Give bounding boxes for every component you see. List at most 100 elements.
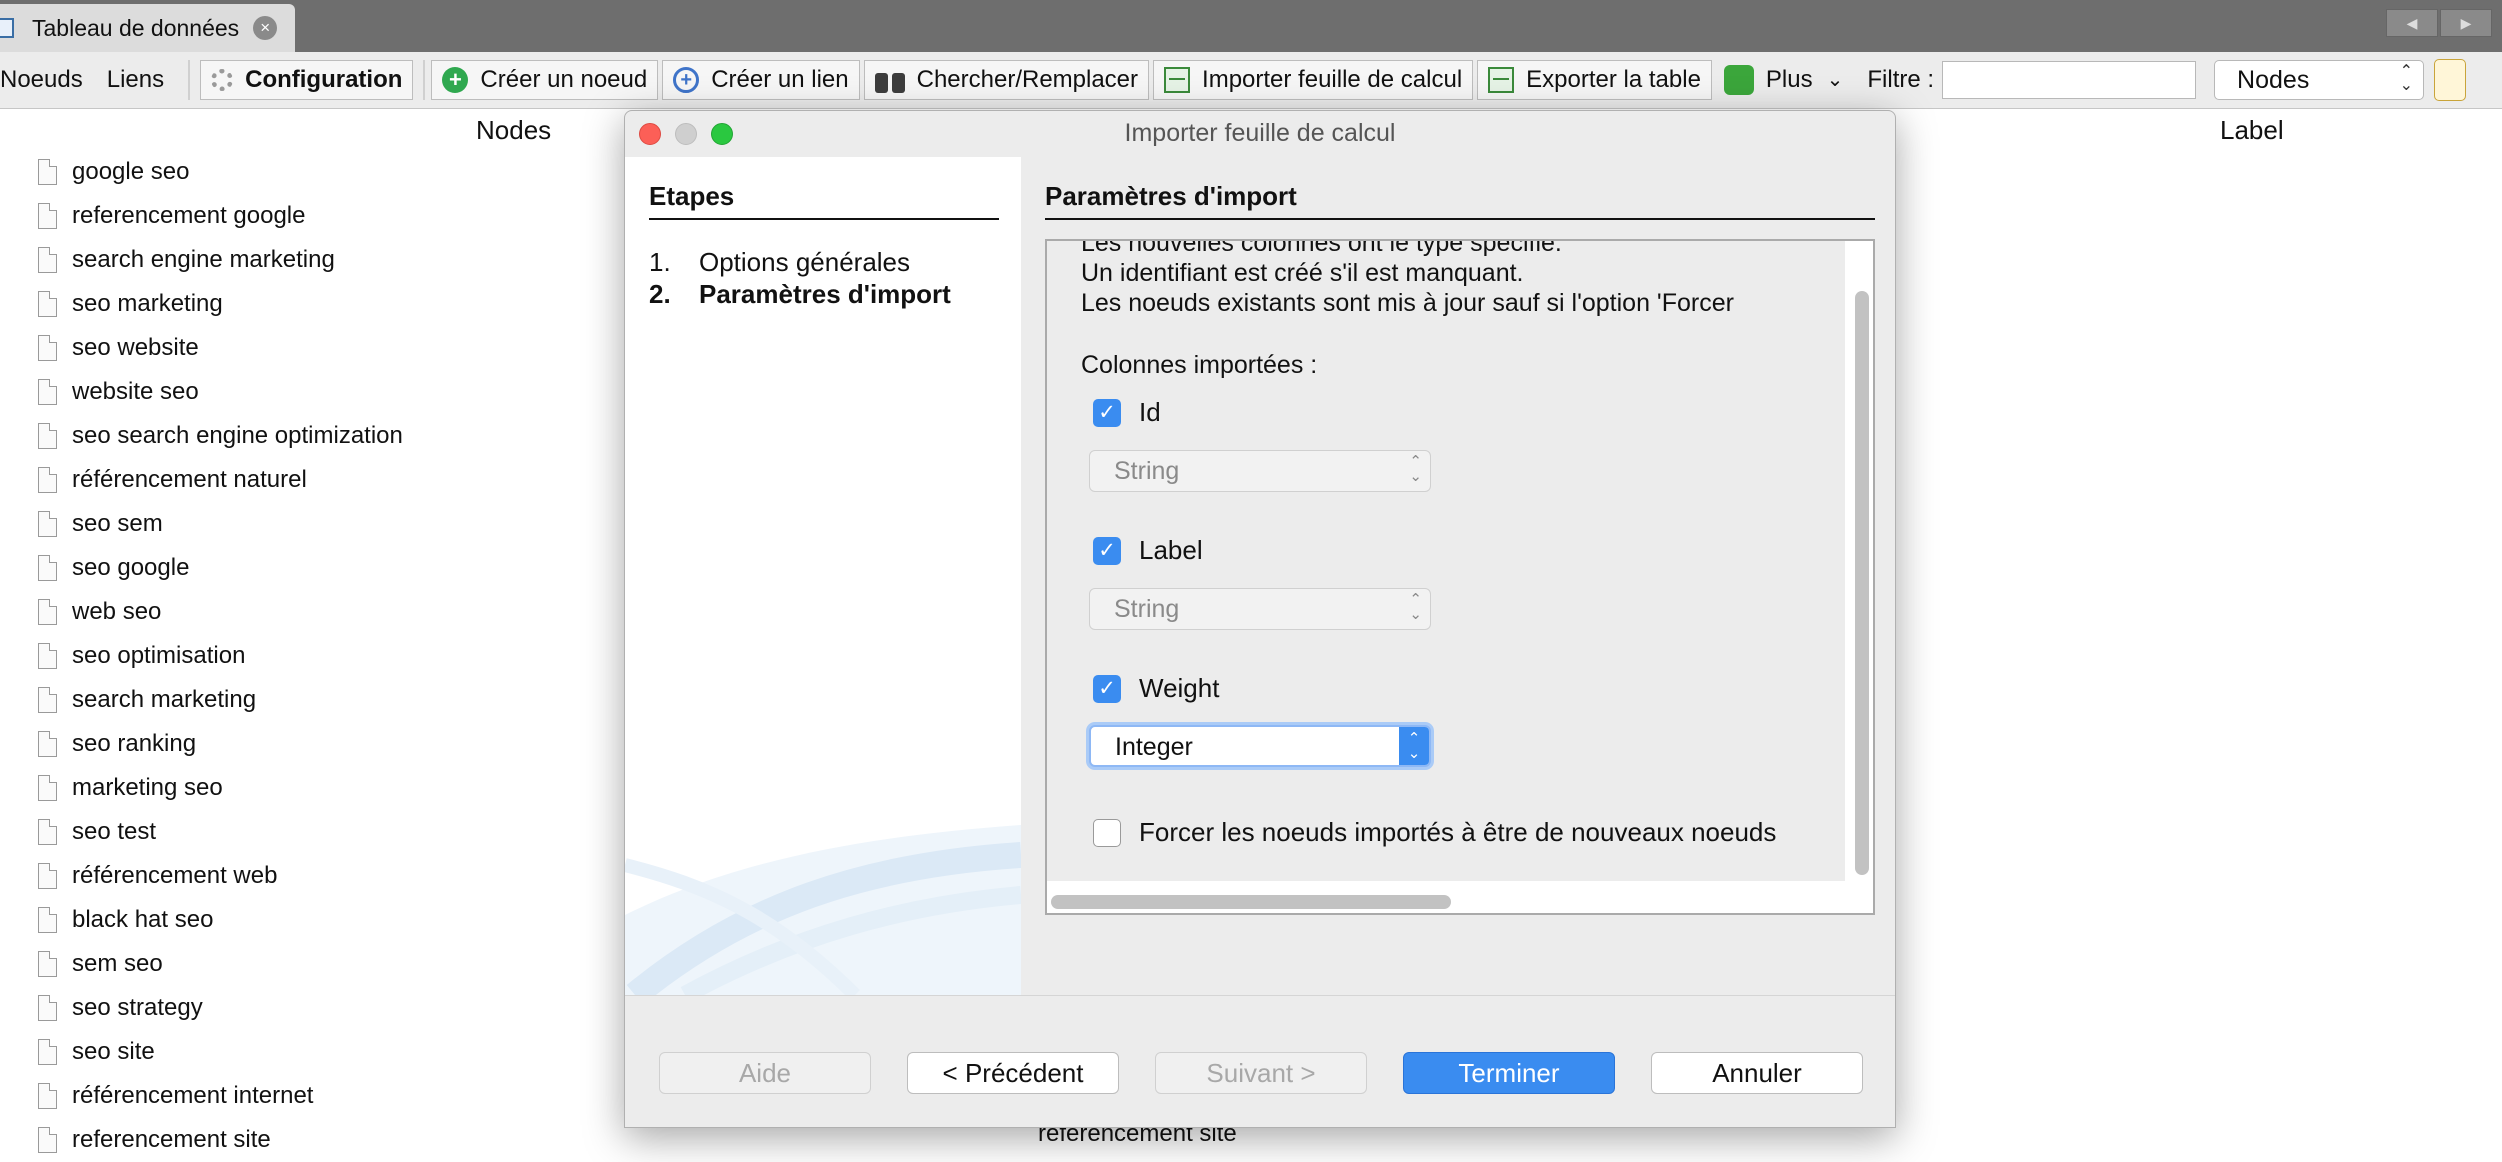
finish-button[interactable]: Terminer	[1403, 1052, 1615, 1094]
step-general-options: 1. Options générales	[649, 247, 910, 278]
export-table-button[interactable]: Exporter la table	[1477, 60, 1712, 100]
table-row[interactable]: seo ranking	[0, 722, 640, 766]
node-file-icon	[38, 1083, 57, 1109]
column-id-label: Id	[1139, 397, 1161, 427]
horizontal-scrollbar[interactable]	[1051, 895, 1451, 909]
add-node-icon: +	[442, 67, 469, 93]
cancel-button[interactable]: Annuler	[1651, 1052, 1863, 1094]
tab-right-icon[interactable]: ▶	[2440, 9, 2492, 37]
close-tab-icon[interactable]: ×	[253, 16, 278, 40]
configuration-button[interactable]: Configuration	[200, 60, 414, 100]
table-row[interactable]: web seo	[0, 590, 640, 634]
params-content: Les nouvelles colonnes ont le type spéci…	[1047, 241, 1845, 881]
column-weight-checkbox[interactable]: ✓	[1093, 675, 1121, 703]
table-row[interactable]: search marketing	[0, 678, 640, 722]
table-row[interactable]: referencement google	[0, 194, 640, 238]
node-label: website seo	[72, 378, 199, 405]
close-window-icon[interactable]	[639, 123, 661, 145]
node-label: référencement web	[72, 862, 278, 889]
table-row[interactable]: seo site	[0, 1030, 640, 1074]
filter-column-select[interactable]: Nodes ⌃ ⌄	[2214, 60, 2425, 100]
tab-nav-arrows: ◀ ▶	[2386, 9, 2492, 37]
node-label: seo site	[72, 1038, 155, 1065]
node-label: sem seo	[72, 950, 163, 977]
step-label: Options générales	[699, 247, 911, 277]
node-file-icon	[38, 159, 57, 185]
configuration-label: Configuration	[245, 66, 403, 93]
select-arrows-icon: ⌃ ⌄	[1409, 453, 1422, 485]
table-row[interactable]: website seo	[0, 370, 640, 414]
table-row[interactable]: sem seo	[0, 942, 640, 986]
step-number: 2.	[649, 279, 671, 309]
window-controls	[639, 123, 733, 145]
node-label: seo optimisation	[72, 642, 246, 669]
links-toggle[interactable]: Liens	[97, 60, 178, 100]
binoculars-icon	[874, 67, 905, 93]
filter-input[interactable]	[1942, 61, 2197, 99]
node-file-icon	[38, 1039, 57, 1065]
table-row[interactable]: seo test	[0, 810, 640, 854]
table-row[interactable]: marketing seo	[0, 766, 640, 810]
column-id-checkbox[interactable]: ✓	[1093, 399, 1121, 427]
table-row[interactable]: black hat seo	[0, 898, 640, 942]
node-label: référencement internet	[72, 1082, 314, 1109]
table-row[interactable]: référencement naturel	[0, 458, 640, 502]
column-label-type-select[interactable]: String ⌃ ⌄	[1089, 588, 1431, 630]
node-file-icon	[38, 775, 57, 801]
table-row[interactable]: référencement web	[0, 854, 640, 898]
table-row[interactable]: seo search engine optimization	[0, 414, 640, 458]
nodes-toggle[interactable]: Noeuds	[0, 60, 97, 100]
column-id-type-select[interactable]: String ⌃ ⌄	[1089, 450, 1431, 492]
table-row[interactable]: seo website	[0, 326, 640, 370]
table-row[interactable]: seo optimisation	[0, 634, 640, 678]
vertical-scrollbar[interactable]	[1855, 291, 1869, 875]
step-import-parameters: 2. Paramètres d'import	[649, 279, 951, 310]
next-button[interactable]: Suivant >	[1155, 1052, 1367, 1094]
node-file-icon	[38, 995, 57, 1021]
filter-options-icon[interactable]	[2434, 59, 2467, 101]
minimize-window-icon[interactable]	[675, 123, 697, 145]
filter-select-value: Nodes	[2237, 65, 2310, 94]
import-spreadsheet-button[interactable]: Importer feuille de calcul	[1153, 60, 1474, 100]
table-row[interactable]: seo marketing	[0, 282, 640, 326]
create-node-button[interactable]: + Créer un noeud	[431, 60, 659, 100]
node-file-icon	[38, 379, 57, 405]
force-new-nodes-checkbox[interactable]: ✓	[1093, 819, 1121, 847]
table-row[interactable]: seo google	[0, 546, 640, 590]
node-file-icon	[38, 731, 57, 757]
node-file-icon	[38, 247, 57, 273]
tab-data-table[interactable]: Tableau de données ×	[0, 4, 295, 52]
column-header-nodes[interactable]: Nodes	[476, 110, 552, 150]
export-table-label: Exporter la table	[1526, 66, 1701, 93]
table-row[interactable]: référencement internet	[0, 1074, 640, 1118]
dialog-button-bar: Aide < Précédent Suivant > Terminer Annu…	[625, 995, 1895, 1127]
previous-button[interactable]: < Précédent	[907, 1052, 1119, 1094]
node-label: seo test	[72, 818, 157, 845]
node-label: google seo	[72, 158, 190, 185]
import-spreadsheet-label: Importer feuille de calcul	[1202, 66, 1463, 93]
tab-left-icon[interactable]: ◀	[2386, 9, 2438, 37]
zoom-window-icon[interactable]	[711, 123, 733, 145]
table-row[interactable]: search engine marketing	[0, 238, 640, 282]
node-label: search engine marketing	[72, 246, 335, 273]
column-weight-type-select[interactable]: Integer ⌃ ⌄	[1089, 725, 1431, 767]
node-label: seo google	[72, 554, 190, 581]
create-link-button[interactable]: + Créer un lien	[662, 60, 860, 100]
search-replace-button[interactable]: Chercher/Remplacer	[863, 60, 1150, 100]
node-file-icon	[38, 335, 57, 361]
node-file-icon	[38, 951, 57, 977]
column-label-checkbox[interactable]: ✓	[1093, 537, 1121, 565]
column-label-label: Label	[1139, 535, 1203, 565]
node-label: black hat seo	[72, 906, 214, 933]
column-header-label[interactable]: Label	[2220, 110, 2284, 150]
create-link-label: Créer un lien	[711, 66, 849, 93]
table-row[interactable]: seo strategy	[0, 986, 640, 1030]
params-scroll-pane[interactable]: Les nouvelles colonnes ont le type spéci…	[1045, 239, 1875, 915]
more-button[interactable]: Plus ⌄	[1716, 60, 1857, 100]
help-button[interactable]: Aide	[659, 1052, 871, 1094]
table-row[interactable]: google seo	[0, 150, 640, 194]
import-spreadsheet-dialog: Importer feuille de calcul Etapes 1. Opt…	[624, 110, 1896, 1128]
table-row[interactable]: seo sem	[0, 502, 640, 546]
puzzle-icon	[1723, 65, 1754, 95]
table-row[interactable]: referencement site	[0, 1118, 640, 1162]
